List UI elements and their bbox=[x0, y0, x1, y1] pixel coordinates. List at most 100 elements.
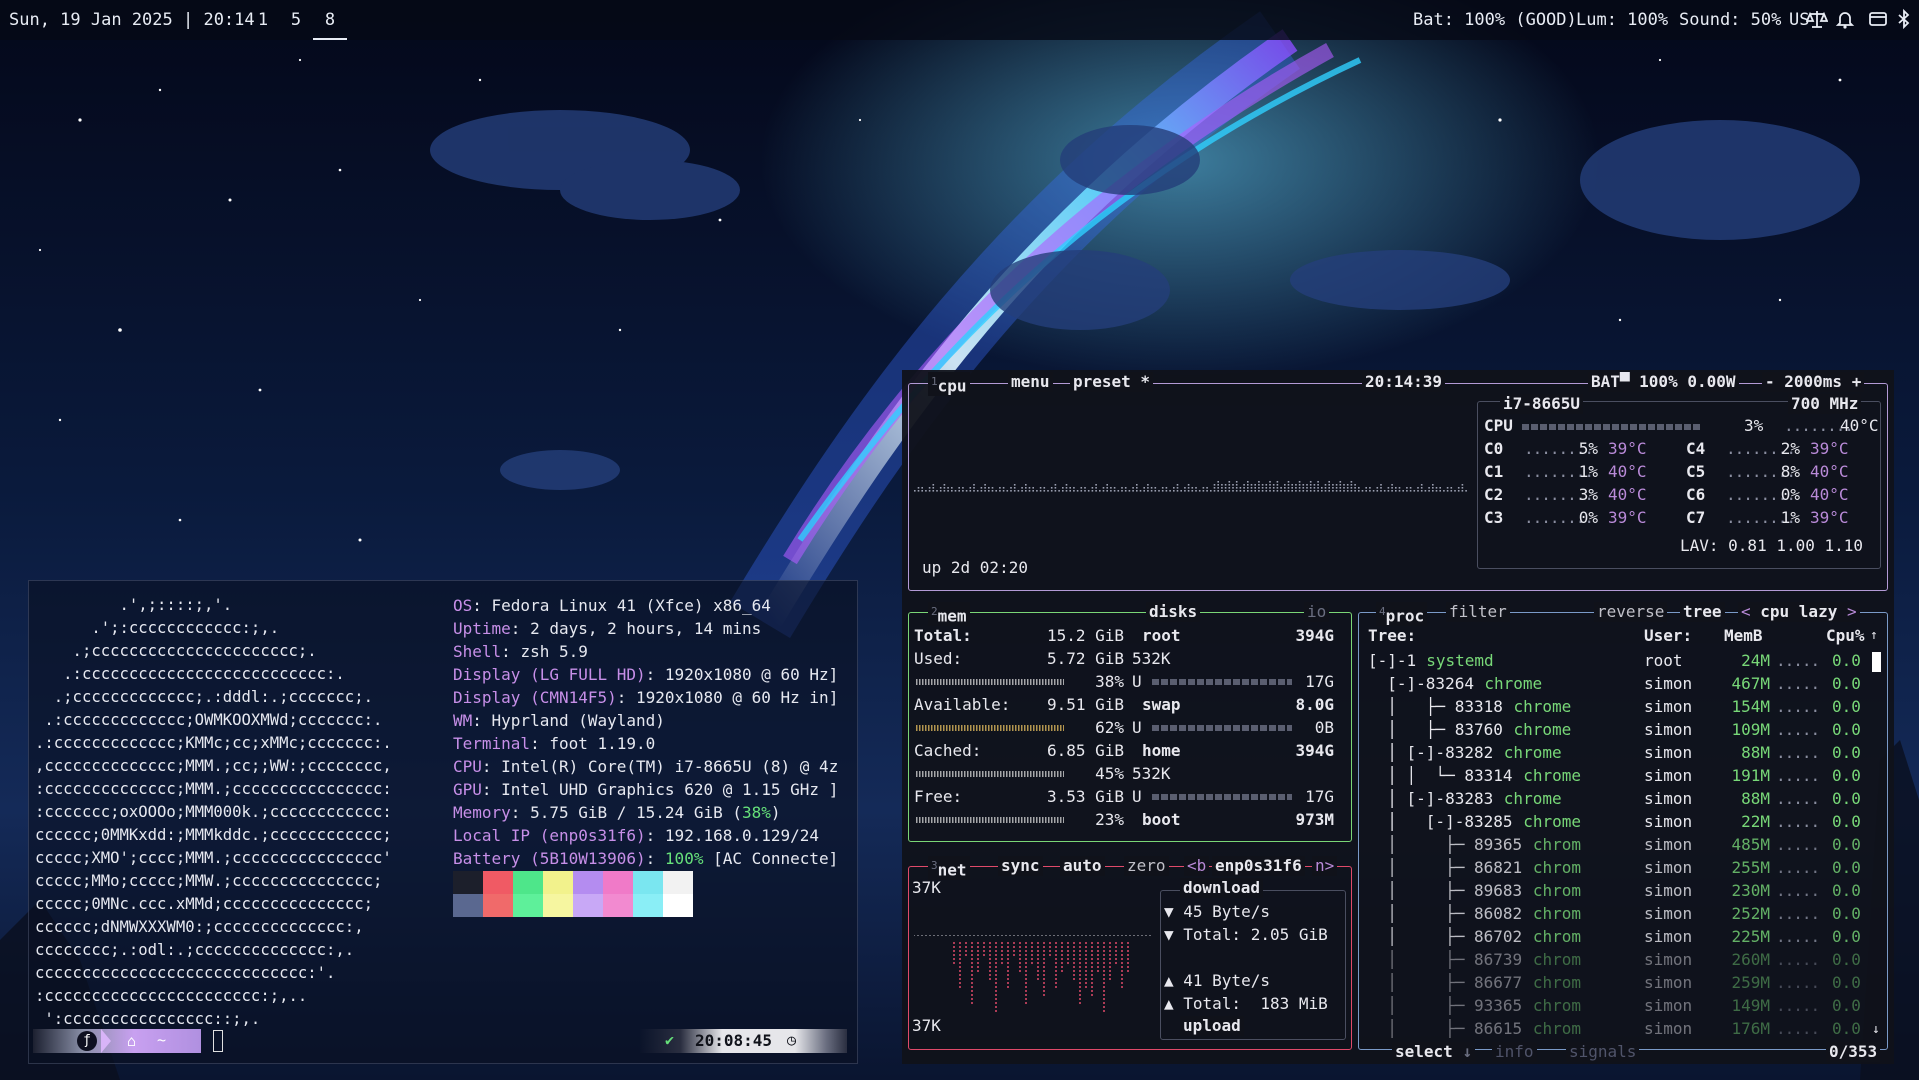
bluetooth-icon[interactable] bbox=[1893, 8, 1915, 30]
cpu-graph-dot bbox=[1106, 487, 1108, 489]
bell-icon[interactable] bbox=[1834, 8, 1856, 30]
cpu-graph-dot bbox=[969, 490, 972, 492]
info-row: Local IP (enp0s31f6): 192.168.0.129/24 bbox=[453, 824, 838, 847]
disks-title[interactable]: disks bbox=[1146, 602, 1201, 622]
update-interval[interactable]: - 2000ms + bbox=[1762, 372, 1865, 392]
signals-button[interactable]: signals bbox=[1566, 1042, 1640, 1062]
cpu-graph-dot bbox=[1265, 487, 1268, 489]
workspace-8[interactable]: 8 bbox=[313, 10, 347, 40]
cpu-core-label: C0 bbox=[1484, 439, 1504, 458]
scale-icon[interactable] bbox=[1805, 8, 1829, 30]
cpu-graph-dot bbox=[1420, 490, 1423, 492]
ascii-line: cccccc;0MMKxdd:;MMMkddc.;cccccccccccc; bbox=[35, 826, 392, 844]
io-toggle[interactable]: io bbox=[1304, 602, 1330, 622]
cpu-graph-dot bbox=[1239, 487, 1242, 489]
cpu-graph-dot bbox=[1432, 487, 1434, 489]
info-button[interactable]: info bbox=[1492, 1042, 1537, 1062]
ascii-line: cccccc;dNMWXXXWM0:;cccccccccccccc:, bbox=[35, 918, 364, 936]
info-row: GPU: Intel UHD Graphics 620 @ 1.15 GHz ] bbox=[453, 778, 838, 801]
menu-button[interactable]: menu bbox=[1008, 372, 1053, 392]
process-name: chrom bbox=[1532, 881, 1582, 900]
cpu-graph-dot bbox=[1306, 484, 1308, 486]
process-user: simon bbox=[1644, 835, 1693, 854]
cpu-graph-dot bbox=[1309, 481, 1312, 483]
sync-toggle[interactable]: sync bbox=[998, 856, 1043, 876]
cpu-graph-dot bbox=[917, 490, 920, 492]
ascii-line: ccccc;XMO';cccc;MMM.;cccccccccccccccc' bbox=[35, 849, 392, 867]
cpu-graph-dot bbox=[1321, 490, 1323, 492]
clock-date[interactable]: Sun, 19 Jan 2025 | 20:14 bbox=[9, 10, 255, 30]
mem-label: Used: bbox=[914, 649, 963, 668]
process-name: chrom bbox=[1532, 904, 1582, 923]
info-key: CPU bbox=[453, 757, 482, 776]
cpu-graph-dot bbox=[1346, 484, 1349, 486]
btop-terminal[interactable]: 1cpu menu preset * 20:14:39 BAT▀ 100% 0.… bbox=[902, 370, 1894, 1064]
process-mem: 149M bbox=[1731, 996, 1770, 1015]
cpu-graph-dot bbox=[1028, 487, 1031, 489]
mem-box-title[interactable]: 2mem bbox=[928, 602, 970, 627]
uptime: up 2d 02:20 bbox=[922, 558, 1028, 577]
prev-interface-button[interactable]: <b bbox=[1184, 856, 1210, 876]
cpu-graph-dot bbox=[1247, 487, 1249, 489]
ascii-line: cccccccc;.:odl:.;cccccccccccccc:,. bbox=[35, 941, 355, 959]
info-row: CPU: Intel(R) Core(TM) i7-8665U (8) @ 4z bbox=[453, 755, 838, 778]
reverse-toggle[interactable]: reverse bbox=[1594, 602, 1668, 622]
disk-bar bbox=[1152, 725, 1292, 731]
scroll-down-icon[interactable]: ↓ bbox=[1872, 1020, 1880, 1040]
filter-button[interactable]: filter bbox=[1446, 602, 1510, 622]
cpu-graph-dot bbox=[1058, 490, 1060, 492]
process-mem: 225M bbox=[1731, 927, 1770, 946]
prompt-left-segment bbox=[33, 1029, 201, 1053]
next-interface-button[interactable]: n> bbox=[1312, 856, 1338, 876]
cpu-graph-dot bbox=[1261, 484, 1264, 486]
cpu-graph-dot bbox=[1095, 487, 1097, 489]
cpu-graph-dot bbox=[1039, 487, 1042, 489]
auto-toggle[interactable]: auto bbox=[1060, 856, 1105, 876]
cpu-graph-dot bbox=[1136, 484, 1138, 486]
cpu-graph-dot bbox=[1150, 487, 1153, 489]
sort-selector[interactable]: < cpu lazy > bbox=[1738, 602, 1860, 622]
cpu-box-title[interactable]: 1cpu bbox=[928, 372, 970, 397]
sound-status[interactable]: Sound: 50% bbox=[1679, 10, 1781, 30]
workspace-5[interactable]: 5 bbox=[279, 10, 313, 30]
ascii-line: .',;::::;,'. bbox=[35, 596, 233, 614]
cpu-graph-dot bbox=[1269, 490, 1271, 492]
tree-toggle[interactable]: tree bbox=[1680, 602, 1725, 622]
disk-io: 532K bbox=[1132, 649, 1171, 668]
color-swatch bbox=[663, 894, 693, 917]
preset-button[interactable]: preset * bbox=[1070, 372, 1154, 392]
cpu-graph-dot bbox=[1091, 487, 1094, 489]
btop-clock: 20:14:39 bbox=[1362, 372, 1446, 392]
zero-toggle[interactable]: zero bbox=[1124, 856, 1169, 876]
fastfetch-terminal[interactable]: .',;::::;,'. .';:cccccccccccc:;,. .;cccc… bbox=[28, 580, 858, 1064]
cpu-graph-dot bbox=[1417, 487, 1419, 489]
process-mem: 191M bbox=[1731, 766, 1770, 785]
cpu-graph-dot bbox=[1154, 490, 1157, 492]
cpu-graph-dot bbox=[1309, 484, 1312, 486]
workspace-1[interactable]: 1 bbox=[246, 10, 280, 30]
mem-label: Total: bbox=[914, 626, 972, 645]
cpu-graph-dot bbox=[1143, 490, 1145, 492]
battery-status[interactable]: Bat: 100% (GOOD) bbox=[1413, 10, 1577, 30]
process-name: chrome bbox=[1513, 697, 1572, 716]
clock-icon: ◷ bbox=[787, 1031, 797, 1049]
cpu-graph-dot bbox=[1343, 487, 1345, 489]
select-button[interactable]: select ↓ bbox=[1392, 1042, 1476, 1062]
cpu-graph-dot bbox=[1461, 487, 1464, 489]
net-box-title[interactable]: 3net bbox=[928, 856, 970, 881]
mem-percent: 62% bbox=[1095, 718, 1124, 737]
window-icon[interactable] bbox=[1867, 8, 1889, 30]
shell-prompt[interactable]: ƒ ⌂ ~ ✔ 20:08:45 ◷ bbox=[33, 1029, 847, 1053]
cpu-graph-dot bbox=[1265, 484, 1268, 486]
luminosity-status[interactable]: Lum: 100% bbox=[1576, 10, 1668, 30]
proc-scrollbar-thumb[interactable] bbox=[1872, 652, 1881, 672]
ascii-line: .;ccccccccccccc;.:dddl:.;ccccccc;. bbox=[35, 688, 373, 706]
proc-box-title[interactable]: 4proc bbox=[1376, 602, 1428, 627]
process-user: simon bbox=[1644, 904, 1693, 923]
info-key: Battery (5B10W13906) bbox=[453, 849, 646, 868]
cpu-graph-dot bbox=[1295, 487, 1297, 489]
process-user: simon bbox=[1644, 973, 1693, 992]
cpu-graph-dot bbox=[1128, 490, 1131, 492]
cpu-graph-dot bbox=[1298, 484, 1301, 486]
process-tree-prefix: │ ├─ 86615 bbox=[1368, 1019, 1532, 1038]
